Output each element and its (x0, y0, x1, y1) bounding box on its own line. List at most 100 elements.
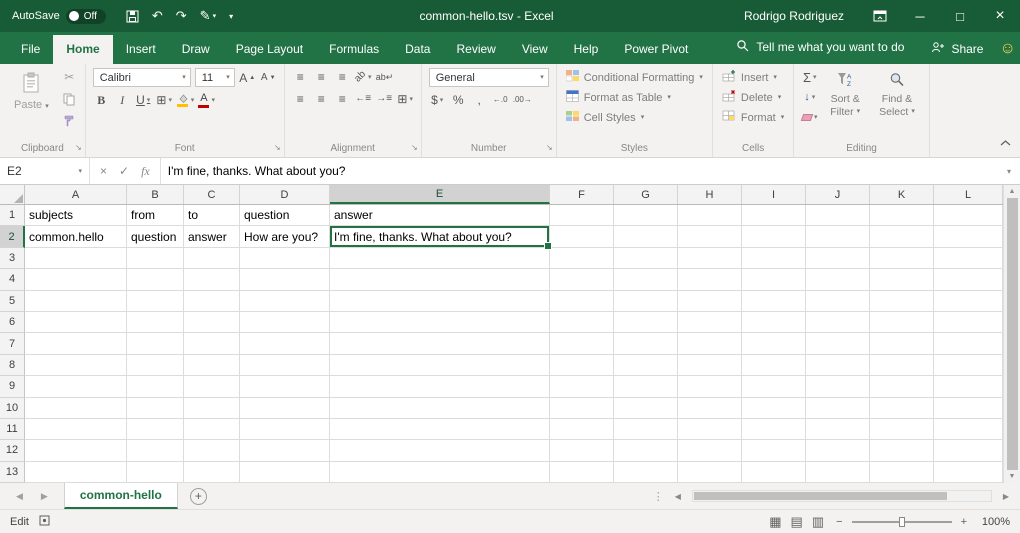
macro-record-icon[interactable] (39, 515, 50, 529)
cell-K4[interactable] (870, 269, 934, 290)
cell-J13[interactable] (806, 462, 870, 483)
collapse-ribbon-icon[interactable] (1000, 133, 1011, 151)
ribbon-display-options-icon[interactable] (860, 7, 900, 25)
cell-B12[interactable] (127, 440, 184, 461)
cell-I2[interactable] (742, 226, 806, 247)
copy-button[interactable] (61, 90, 78, 108)
previous-sheet-icon[interactable]: ◀ (16, 491, 23, 502)
pen-icon[interactable]: ✎▾ (200, 8, 216, 24)
tab-home[interactable]: Home (53, 35, 112, 64)
align-center-button[interactable]: ≡ (313, 90, 330, 108)
cell-L5[interactable] (934, 291, 1003, 312)
zoom-slider-thumb[interactable] (899, 517, 905, 527)
cell-B2[interactable]: question (127, 226, 184, 247)
column-header-K[interactable]: K (870, 185, 934, 204)
next-sheet-icon[interactable]: ▶ (41, 491, 48, 502)
cell-K11[interactable] (870, 419, 934, 440)
new-sheet-button[interactable]: + (190, 488, 207, 505)
save-icon[interactable] (126, 10, 139, 23)
cut-button[interactable]: ✂ (61, 68, 78, 86)
cell-G5[interactable] (614, 291, 678, 312)
vertical-scrollbar[interactable]: ▲ ▼ (1003, 185, 1020, 483)
cell-C1[interactable]: to (184, 205, 240, 226)
column-header-C[interactable]: C (184, 185, 240, 204)
cell-G8[interactable] (614, 355, 678, 376)
clipboard-dialog-launcher-icon[interactable]: ↘ (75, 144, 82, 152)
cell-D3[interactable] (240, 248, 330, 269)
cell-A13[interactable] (25, 462, 127, 483)
maximize-button[interactable]: □ (940, 7, 980, 25)
cell-G6[interactable] (614, 312, 678, 333)
autosave-toggle[interactable]: AutoSave Off (0, 9, 114, 24)
cell-K6[interactable] (870, 312, 934, 333)
fill-color-button[interactable]: ▾ (177, 91, 195, 109)
row-header-4[interactable]: 4 (0, 269, 25, 290)
autosum-button[interactable]: Σ▾ (801, 68, 818, 86)
cancel-entry-icon[interactable]: × (100, 164, 107, 178)
cell-I6[interactable] (742, 312, 806, 333)
cell-D12[interactable] (240, 440, 330, 461)
cell-K2[interactable] (870, 226, 934, 247)
cell-J6[interactable] (806, 312, 870, 333)
cell-J11[interactable] (806, 419, 870, 440)
cell-B4[interactable] (127, 269, 184, 290)
cell-E9[interactable] (330, 376, 550, 397)
borders-button[interactable]: ⊞▾ (156, 91, 173, 109)
align-left-button[interactable]: ≡ (292, 90, 309, 108)
decrease-font-size-button[interactable]: A▼ (260, 69, 277, 87)
font-color-button[interactable]: A ▾ (198, 91, 215, 109)
row-header-5[interactable]: 5 (0, 291, 25, 312)
tab-insert[interactable]: Insert (113, 35, 169, 64)
cell-B10[interactable] (127, 398, 184, 419)
cell-D5[interactable] (240, 291, 330, 312)
cell-K5[interactable] (870, 291, 934, 312)
align-top-button[interactable]: ≡ (292, 68, 309, 86)
increase-decimal-button[interactable]: ←.0 (492, 91, 509, 109)
row-header-3[interactable]: 3 (0, 248, 25, 269)
cell-K10[interactable] (870, 398, 934, 419)
cell-K13[interactable] (870, 462, 934, 483)
minimize-button[interactable]: ─ (900, 7, 940, 25)
feedback-smiley-icon[interactable]: ☺ (999, 41, 1015, 57)
cell-H3[interactable] (678, 248, 742, 269)
cell-F11[interactable] (550, 419, 614, 440)
cell-B11[interactable] (127, 419, 184, 440)
cell-H12[interactable] (678, 440, 742, 461)
hscroll-right-icon[interactable]: ▶ (1000, 492, 1012, 501)
cell-G3[interactable] (614, 248, 678, 269)
cell-F13[interactable] (550, 462, 614, 483)
zoom-out-icon[interactable]: − (836, 516, 842, 528)
cell-H8[interactable] (678, 355, 742, 376)
cell-B5[interactable] (127, 291, 184, 312)
tab-page-layout[interactable]: Page Layout (223, 35, 316, 64)
cell-H13[interactable] (678, 462, 742, 483)
vertical-scroll-thumb[interactable] (1007, 198, 1018, 470)
cell-C3[interactable] (184, 248, 240, 269)
cell-H1[interactable] (678, 205, 742, 226)
cell-C10[interactable] (184, 398, 240, 419)
cell-C9[interactable] (184, 376, 240, 397)
cell-L4[interactable] (934, 269, 1003, 290)
cell-L7[interactable] (934, 333, 1003, 354)
cell-G12[interactable] (614, 440, 678, 461)
column-header-H[interactable]: H (678, 185, 742, 204)
cell-I1[interactable] (742, 205, 806, 226)
column-header-B[interactable]: B (127, 185, 184, 204)
cell-G2[interactable] (614, 226, 678, 247)
column-header-D[interactable]: D (240, 185, 330, 204)
sheet-tab-common-hello[interactable]: common-hello (64, 483, 178, 509)
cell-E13[interactable] (330, 462, 550, 483)
cell-I11[interactable] (742, 419, 806, 440)
cell-J8[interactable] (806, 355, 870, 376)
cell-K1[interactable] (870, 205, 934, 226)
cell-D2[interactable]: How are you? (240, 226, 330, 247)
cell-D13[interactable] (240, 462, 330, 483)
tab-help[interactable]: Help (561, 35, 612, 64)
percent-style-button[interactable]: % (450, 91, 467, 109)
cell-B1[interactable]: from (127, 205, 184, 226)
cell-A6[interactable] (25, 312, 127, 333)
cell-A7[interactable] (25, 333, 127, 354)
row-header-11[interactable]: 11 (0, 419, 25, 440)
cell-D8[interactable] (240, 355, 330, 376)
format-painter-button[interactable] (61, 112, 78, 130)
